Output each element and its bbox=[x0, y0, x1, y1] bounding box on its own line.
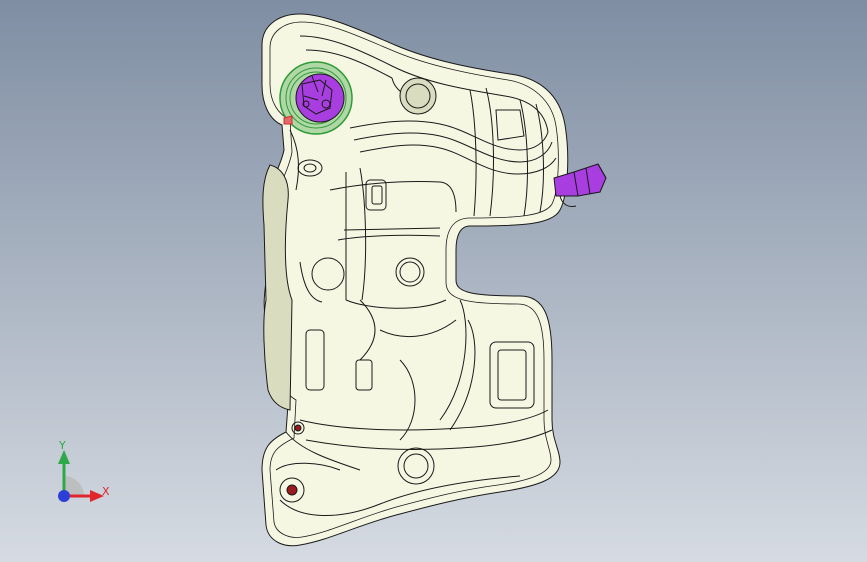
top-right-boss bbox=[399, 77, 437, 115]
tank-side-flange bbox=[262, 164, 293, 411]
z-axis-dot bbox=[58, 490, 70, 502]
coordinate-triad: X Y bbox=[44, 436, 124, 516]
y-axis-arrowhead bbox=[58, 450, 70, 464]
fuel-tank-model[interactable] bbox=[0, 0, 867, 562]
3d-viewport[interactable]: X Y bbox=[0, 0, 867, 562]
y-axis-label: Y bbox=[59, 439, 66, 452]
x-axis-label: X bbox=[102, 485, 110, 498]
